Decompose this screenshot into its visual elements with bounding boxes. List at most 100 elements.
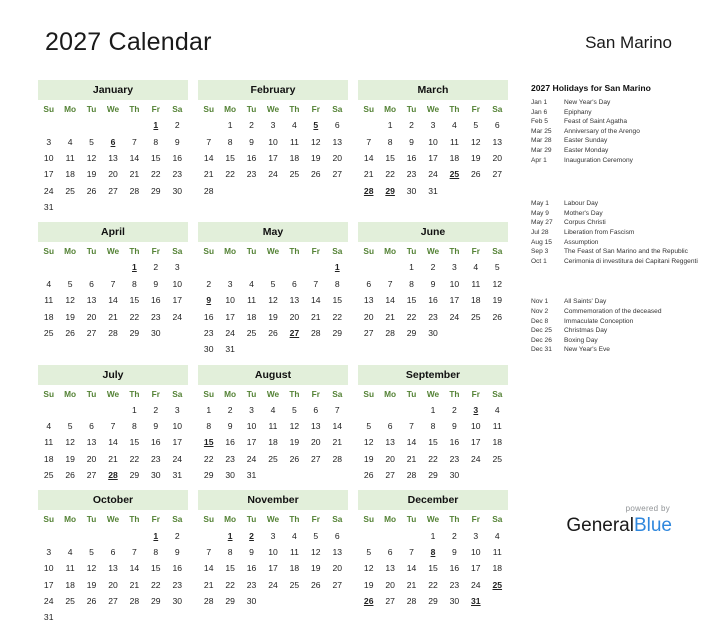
day-cell[interactable]: 28: [305, 325, 326, 341]
day-cell[interactable]: 5: [358, 544, 379, 560]
day-cell[interactable]: 3: [444, 259, 465, 275]
day-cell-holiday[interactable]: 1: [219, 527, 240, 543]
day-cell[interactable]: 12: [81, 560, 102, 576]
day-cell[interactable]: 5: [284, 402, 305, 418]
day-cell[interactable]: 5: [59, 418, 80, 434]
day-cell[interactable]: 5: [465, 117, 486, 133]
day-cell[interactable]: 13: [284, 292, 305, 308]
day-cell[interactable]: 7: [401, 544, 422, 560]
day-cell-holiday[interactable]: 3: [465, 402, 486, 418]
day-cell[interactable]: 6: [358, 276, 379, 292]
day-cell[interactable]: 18: [38, 308, 59, 324]
day-cell[interactable]: 15: [145, 560, 166, 576]
day-cell[interactable]: 3: [241, 402, 262, 418]
day-cell[interactable]: 17: [38, 166, 59, 182]
day-cell[interactable]: 4: [38, 276, 59, 292]
day-cell[interactable]: 20: [284, 308, 305, 324]
day-cell[interactable]: 25: [487, 451, 508, 467]
day-cell[interactable]: 7: [124, 133, 145, 149]
day-cell[interactable]: 3: [167, 402, 188, 418]
day-cell[interactable]: 20: [81, 451, 102, 467]
day-cell[interactable]: 16: [219, 434, 240, 450]
day-cell[interactable]: 19: [81, 166, 102, 182]
day-cell[interactable]: 20: [358, 308, 379, 324]
day-cell[interactable]: 16: [401, 150, 422, 166]
day-cell[interactable]: 3: [38, 133, 59, 149]
day-cell[interactable]: 15: [145, 150, 166, 166]
day-cell[interactable]: 23: [145, 451, 166, 467]
day-cell[interactable]: 14: [102, 434, 123, 450]
day-cell[interactable]: 10: [167, 276, 188, 292]
day-cell[interactable]: 17: [422, 150, 443, 166]
day-cell[interactable]: 4: [284, 117, 305, 133]
day-cell[interactable]: 5: [81, 133, 102, 149]
day-cell[interactable]: 29: [145, 183, 166, 199]
day-cell[interactable]: 21: [358, 166, 379, 182]
day-cell[interactable]: 17: [38, 577, 59, 593]
day-cell[interactable]: 21: [124, 577, 145, 593]
day-cell-holiday[interactable]: 1: [124, 259, 145, 275]
day-cell[interactable]: 16: [444, 434, 465, 450]
day-cell[interactable]: 24: [422, 166, 443, 182]
day-cell[interactable]: 10: [219, 292, 240, 308]
day-cell[interactable]: 18: [262, 434, 283, 450]
day-cell[interactable]: 4: [284, 527, 305, 543]
day-cell[interactable]: 26: [305, 166, 326, 182]
day-cell[interactable]: 31: [422, 183, 443, 199]
day-cell[interactable]: 2: [444, 402, 465, 418]
day-cell[interactable]: 25: [241, 325, 262, 341]
day-cell[interactable]: 11: [262, 418, 283, 434]
day-cell-holiday[interactable]: 2: [241, 527, 262, 543]
day-cell[interactable]: 20: [305, 434, 326, 450]
day-cell[interactable]: 14: [401, 560, 422, 576]
day-cell[interactable]: 27: [305, 451, 326, 467]
day-cell[interactable]: 22: [379, 166, 400, 182]
day-cell[interactable]: 20: [379, 577, 400, 593]
day-cell-holiday[interactable]: 25: [487, 577, 508, 593]
day-cell[interactable]: 17: [219, 308, 240, 324]
day-cell[interactable]: 23: [219, 451, 240, 467]
day-cell[interactable]: 9: [167, 544, 188, 560]
day-cell[interactable]: 1: [198, 402, 219, 418]
day-cell[interactable]: 22: [327, 308, 348, 324]
day-cell[interactable]: 15: [219, 560, 240, 576]
day-cell[interactable]: 18: [284, 560, 305, 576]
day-cell[interactable]: 23: [401, 166, 422, 182]
day-cell[interactable]: 15: [124, 292, 145, 308]
day-cell[interactable]: 10: [262, 544, 283, 560]
day-cell[interactable]: 24: [219, 325, 240, 341]
day-cell[interactable]: 9: [145, 276, 166, 292]
day-cell[interactable]: 9: [219, 418, 240, 434]
day-cell[interactable]: 24: [167, 451, 188, 467]
day-cell[interactable]: 18: [444, 150, 465, 166]
day-cell[interactable]: 28: [124, 183, 145, 199]
day-cell[interactable]: 14: [124, 150, 145, 166]
day-cell[interactable]: 14: [358, 150, 379, 166]
day-cell[interactable]: 20: [81, 308, 102, 324]
day-cell[interactable]: 27: [358, 325, 379, 341]
day-cell[interactable]: 21: [401, 577, 422, 593]
day-cell[interactable]: 29: [327, 325, 348, 341]
day-cell[interactable]: 7: [102, 276, 123, 292]
day-cell[interactable]: 23: [444, 451, 465, 467]
day-cell-holiday[interactable]: 1: [145, 117, 166, 133]
day-cell[interactable]: 7: [102, 418, 123, 434]
day-cell[interactable]: 16: [167, 560, 188, 576]
day-cell[interactable]: 16: [444, 560, 465, 576]
day-cell[interactable]: 5: [59, 276, 80, 292]
day-cell[interactable]: 24: [241, 451, 262, 467]
day-cell[interactable]: 9: [401, 133, 422, 149]
day-cell[interactable]: 12: [59, 434, 80, 450]
day-cell[interactable]: 3: [465, 527, 486, 543]
day-cell[interactable]: 19: [81, 577, 102, 593]
day-cell[interactable]: 23: [241, 577, 262, 593]
day-cell[interactable]: 2: [241, 117, 262, 133]
day-cell[interactable]: 5: [305, 527, 326, 543]
day-cell[interactable]: 29: [219, 593, 240, 609]
day-cell[interactable]: 13: [102, 560, 123, 576]
day-cell[interactable]: 29: [198, 467, 219, 483]
day-cell[interactable]: 14: [124, 560, 145, 576]
day-cell[interactable]: 9: [241, 544, 262, 560]
day-cell[interactable]: 31: [219, 341, 240, 357]
day-cell[interactable]: 28: [124, 593, 145, 609]
